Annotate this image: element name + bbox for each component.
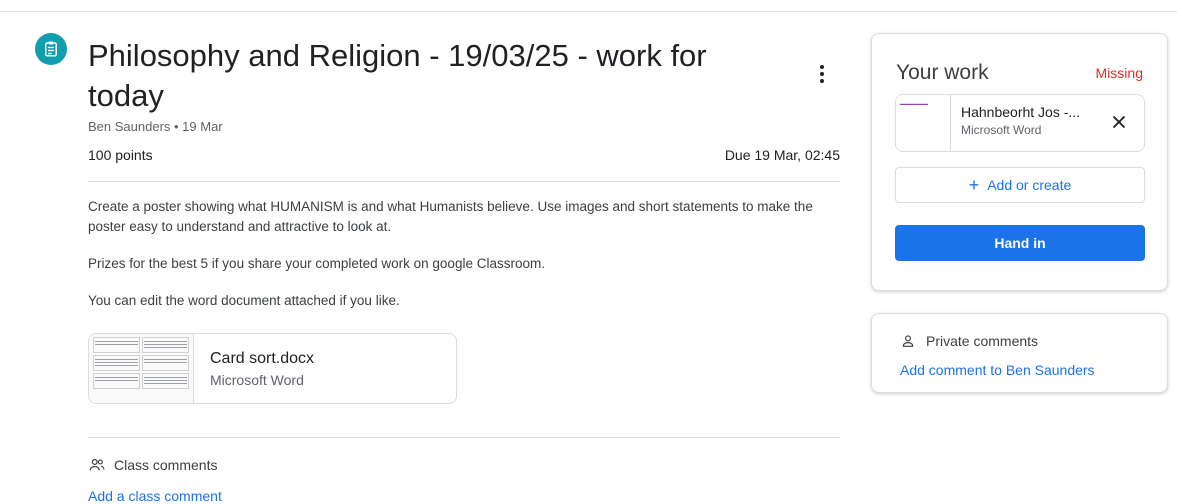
status-badge: Missing: [1095, 65, 1143, 81]
add-or-create-label: Add or create: [987, 177, 1072, 193]
add-private-comment-link[interactable]: Add comment to Ben Saunders: [900, 362, 1095, 378]
person-icon: [902, 335, 914, 347]
submitted-file-card[interactable]: ▬▬▬▬▬▬▬ Hahnbeorht Jos -... Microsoft Wo…: [895, 94, 1145, 152]
submitted-file-name: Hahnbeorht Jos -...: [961, 104, 1081, 120]
assignment-due-date: Due 19 Mar, 02:45: [724, 147, 840, 163]
description-paragraph: Create a poster showing what HUMANISM is…: [88, 199, 813, 234]
hand-in-button[interactable]: Hand in: [895, 225, 1145, 261]
assignment-author-date: Ben Saunders • 19 Mar: [88, 119, 223, 134]
assignment-title: Philosophy and Religion - 19/03/25 - wor…: [88, 38, 707, 113]
file-thumbnail: ▬▬▬▬▬▬▬: [896, 95, 951, 151]
private-comments-header: Private comments: [900, 333, 1038, 349]
class-comments-header: Class comments: [88, 456, 217, 474]
assignment-points: 100 points: [88, 147, 153, 163]
your-work-card: Your work Missing ▬▬▬▬▬▬▬ Hahnbeorht Jos…: [871, 33, 1168, 291]
assignment-description: Create a poster showing what HUMANISM is…: [88, 197, 840, 328]
add-class-comment-link[interactable]: Add a class comment: [88, 488, 222, 504]
plus-icon: +: [968, 175, 980, 195]
close-icon[interactable]: [1108, 111, 1130, 133]
assignment-icon: [35, 33, 67, 65]
description-paragraph: You can edit the word document attached …: [88, 293, 400, 308]
description-paragraph: Prizes for the best 5 if you share your …: [88, 256, 545, 271]
divider: [88, 181, 840, 182]
submitted-file-type: Microsoft Word: [961, 123, 1042, 137]
divider: [88, 437, 840, 438]
more-options-icon[interactable]: [808, 60, 836, 88]
private-comments-label: Private comments: [926, 333, 1039, 349]
add-or-create-button[interactable]: + Add or create: [895, 167, 1145, 203]
people-icon: [89, 458, 105, 471]
your-work-title: Your work: [896, 61, 989, 84]
top-divider: [0, 11, 1177, 12]
private-comments-card: Private comments Add comment to Ben Saun…: [871, 313, 1168, 393]
attachment-card[interactable]: Card sort.docx Microsoft Word: [88, 333, 457, 404]
attachment-name: Card sort.docx: [210, 350, 315, 367]
document-thumbnail: [89, 334, 194, 403]
attachment-type: Microsoft Word: [210, 372, 304, 388]
class-comments-label: Class comments: [114, 457, 218, 473]
